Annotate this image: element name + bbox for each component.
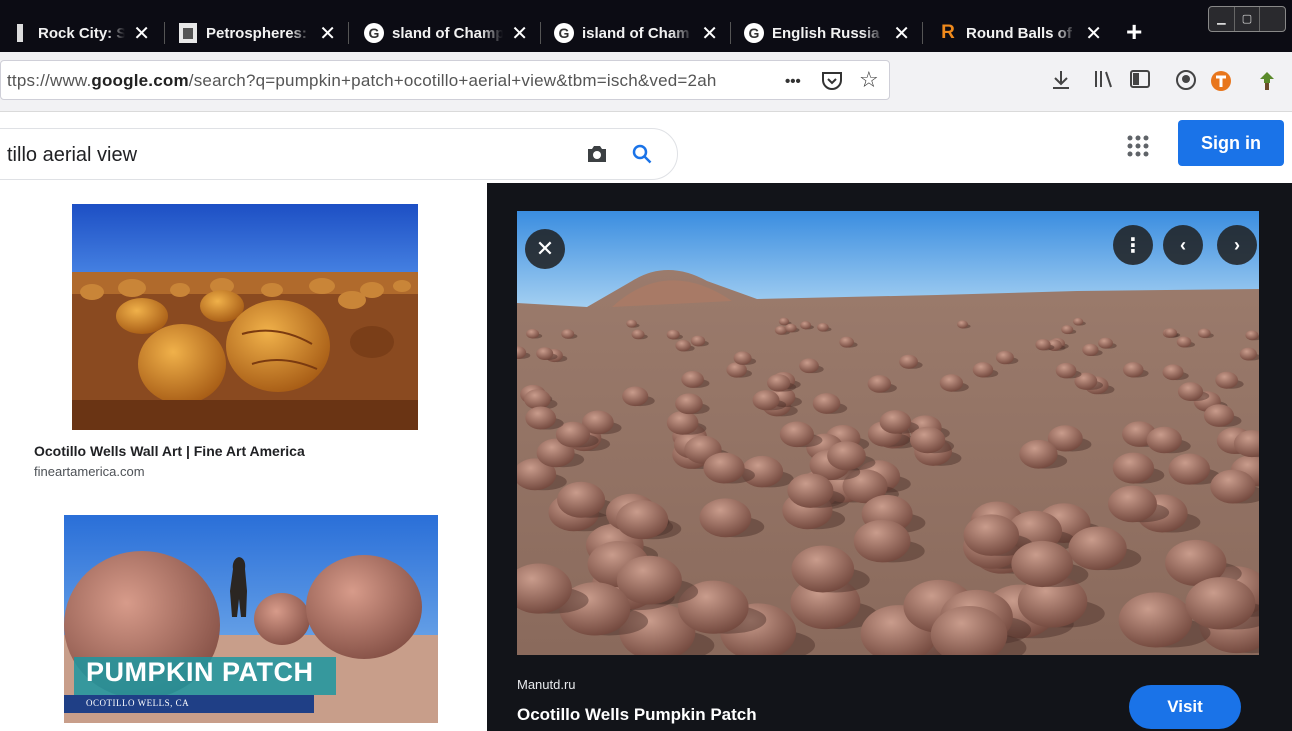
tab-label: island of Cham <box>582 24 690 42</box>
extension-leaf-icon[interactable] <box>1256 70 1278 97</box>
preview-source[interactable]: Manutd.ru <box>517 677 576 692</box>
library-icon[interactable] <box>1094 70 1114 93</box>
document-icon <box>178 23 198 43</box>
close-tab-icon[interactable]: ✕ <box>319 21 336 46</box>
close-preview-icon[interactable]: ✕ <box>525 229 565 269</box>
close-tab-icon[interactable]: ✕ <box>893 21 910 46</box>
tab-label: Round Balls of C <box>966 24 1078 42</box>
overlay-subtitle: OCOTILLO WELLS, CA <box>86 698 190 708</box>
page-actions-icon[interactable]: ••• <box>785 73 801 90</box>
google-icon: G <box>364 23 384 43</box>
google-icon: G <box>744 23 764 43</box>
preview-image[interactable] <box>517 211 1259 655</box>
tab-petrospheres[interactable]: Petrospheres: C ✕ <box>168 14 346 52</box>
next-image-icon[interactable]: › <box>1217 225 1257 265</box>
result-image-2[interactable]: PUMPKIN PATCH OCOTILLO WELLS, CA <box>64 515 438 723</box>
close-tab-icon[interactable]: ✕ <box>701 21 718 46</box>
result-caption[interactable]: Ocotillo Wells Wall Art | Fine Art Ameri… <box>34 443 305 459</box>
account-icon[interactable] <box>1176 70 1196 95</box>
r-icon: R <box>941 22 955 43</box>
tab-label: Petrospheres: C <box>206 24 312 42</box>
download-icon[interactable] <box>1052 70 1070 95</box>
search-icon[interactable] <box>631 143 655 167</box>
close-window-icon[interactable] <box>1260 7 1285 31</box>
tab-round-balls[interactable]: R Round Balls of C ✕ <box>928 14 1112 52</box>
url-bar[interactable]: ttps://www.google.com/search?q=pumpkin+p… <box>0 60 890 100</box>
image-results: Ocotillo Wells Wall Art | Fine Art Ameri… <box>0 192 486 731</box>
image-preview-panel: ✕ ⋮ ‹ › Manutd.ru Ocotillo Wells Pumpkin… <box>487 183 1292 731</box>
extension-t-icon[interactable] <box>1210 70 1232 97</box>
minimize-icon[interactable]: ▁ <box>1209 7 1235 31</box>
visit-button[interactable]: Visit <box>1129 685 1241 729</box>
previous-image-icon[interactable]: ‹ <box>1163 225 1203 265</box>
page-icon <box>10 23 30 43</box>
preview-title[interactable]: Ocotillo Wells Pumpkin Patch <box>517 705 757 725</box>
tab-island-of-champ-1[interactable]: G sland of Champ ✕ <box>354 14 538 52</box>
tab-island-of-champ-2[interactable]: G island of Cham ✕ <box>544 14 728 52</box>
close-tab-icon[interactable]: ✕ <box>133 21 150 46</box>
tab-rock-city[interactable]: Rock City: Sand ✕ <box>0 14 160 52</box>
url-text: ttps://www.google.com/search?q=pumpkin+p… <box>7 71 717 90</box>
new-tab-icon[interactable]: + <box>1126 16 1142 48</box>
apps-grid-icon[interactable] <box>1126 134 1150 158</box>
tab-label: sland of Champ <box>392 24 504 42</box>
pocket-icon[interactable] <box>821 71 843 96</box>
sidebar-icon[interactable] <box>1130 70 1150 93</box>
bookmark-star-icon[interactable]: ☆ <box>859 67 879 93</box>
close-tab-icon[interactable]: ✕ <box>1085 21 1102 46</box>
window-controls: ▁ ▢ <box>1208 6 1286 32</box>
tab-label: English Russia N <box>772 24 886 42</box>
search-input[interactable]: tillo aerial view <box>7 144 137 167</box>
tab-bar: Rock City: Sand ✕ Petrospheres: C ✕ G sl… <box>0 0 1292 52</box>
navigation-bar: ttps://www.google.com/search?q=pumpkin+p… <box>0 52 1292 112</box>
maximize-icon[interactable]: ▢ <box>1235 7 1261 31</box>
result-image-1[interactable] <box>72 204 418 430</box>
google-icon: G <box>554 23 574 43</box>
google-header: tillo aerial view Sign in <box>0 112 1292 192</box>
sign-in-button[interactable]: Sign in <box>1178 120 1284 166</box>
close-tab-icon[interactable]: ✕ <box>511 21 528 46</box>
tab-label: Rock City: Sand <box>38 24 126 42</box>
more-options-icon[interactable]: ⋮ <box>1113 225 1153 265</box>
tab-english-russia[interactable]: G English Russia N ✕ <box>734 14 920 52</box>
overlay-title: PUMPKIN PATCH <box>86 657 314 687</box>
search-box[interactable]: tillo aerial view <box>0 128 678 180</box>
camera-icon[interactable] <box>585 143 609 167</box>
result-source[interactable]: fineartamerica.com <box>34 464 145 479</box>
